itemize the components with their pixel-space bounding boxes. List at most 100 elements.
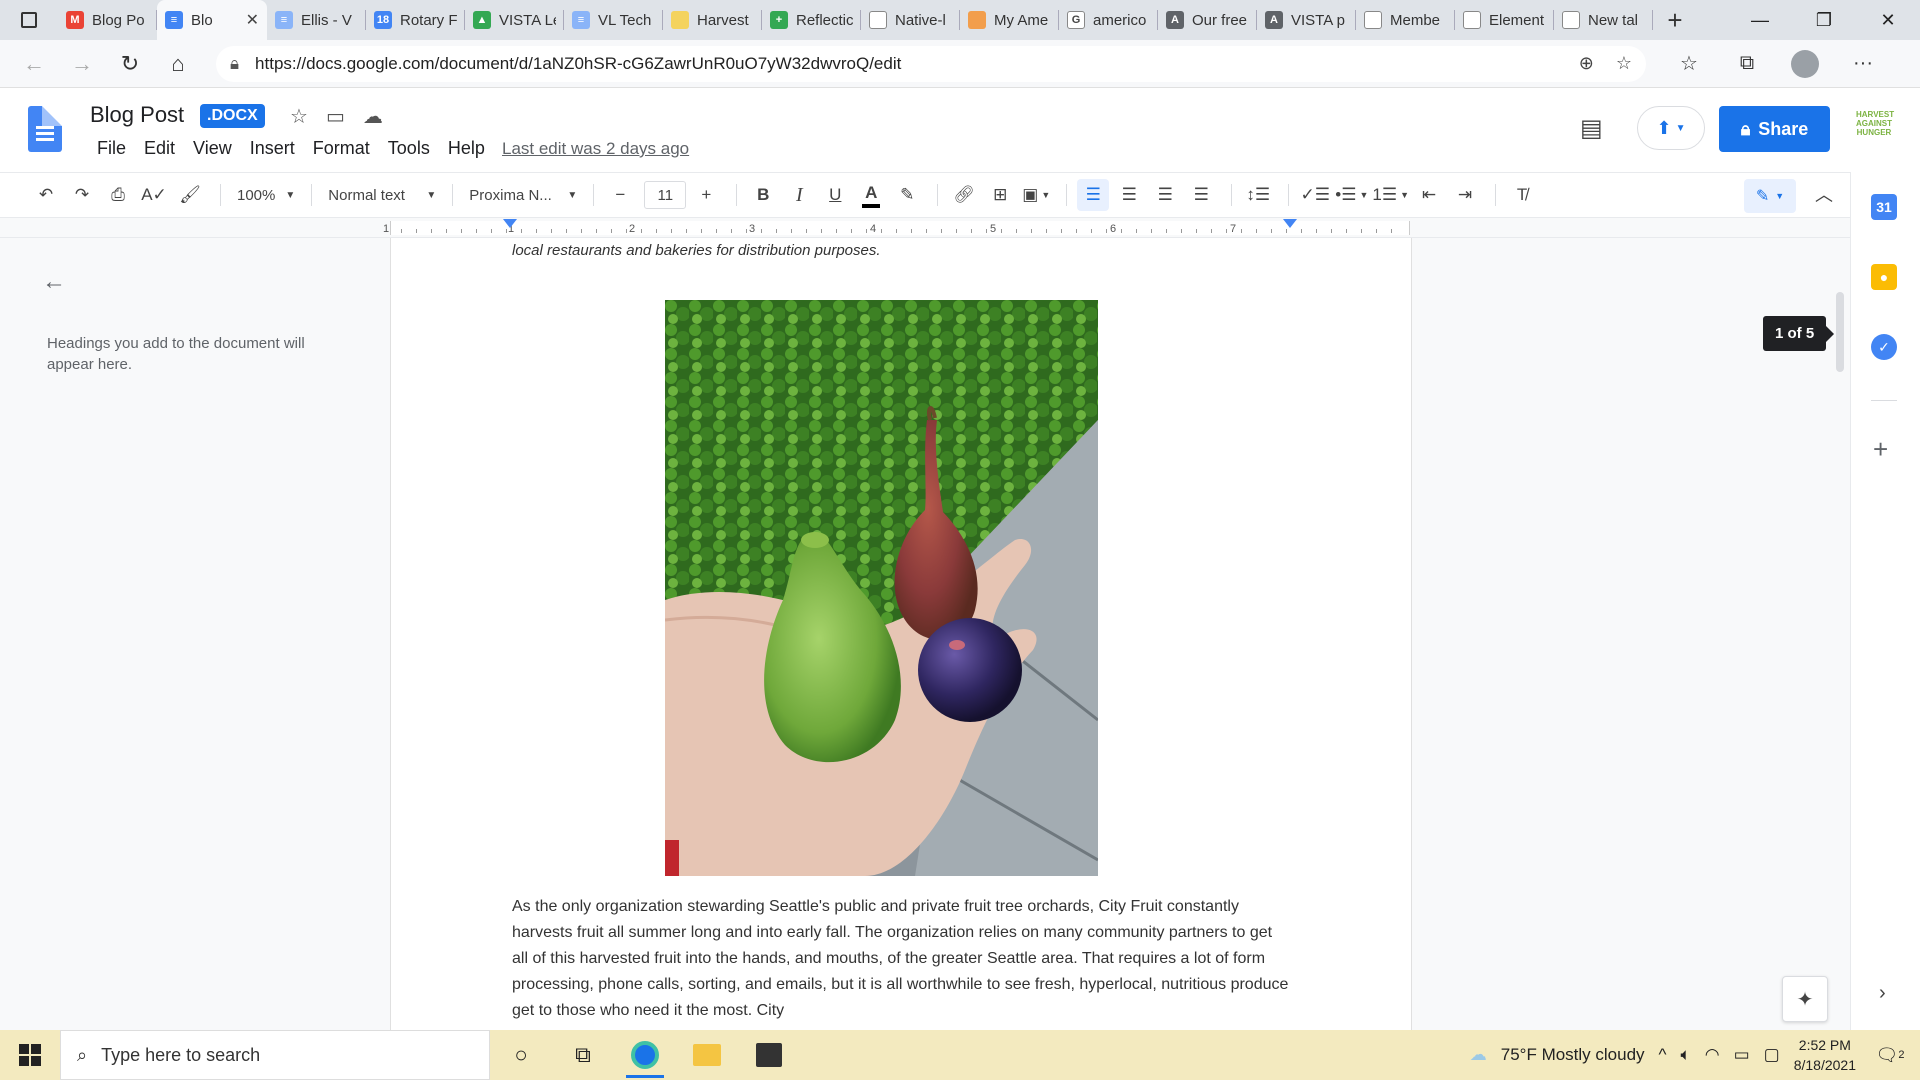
get-addons-icon[interactable]: + (1873, 434, 1888, 465)
undo-icon[interactable]: ↶ (30, 179, 62, 211)
expand-side-panel-icon[interactable]: › (1879, 982, 1886, 1005)
wifi-icon[interactable]: ◠ (1705, 1045, 1720, 1065)
bold-button[interactable]: B (747, 179, 779, 211)
decrease-font-size-button[interactable]: − (604, 179, 636, 211)
clear-formatting-icon[interactable]: T̸ (1506, 179, 1538, 211)
increase-font-size-button[interactable]: + (690, 179, 722, 211)
store-icon[interactable] (738, 1030, 800, 1080)
tab-actions-button[interactable] (0, 0, 58, 40)
browser-tab[interactable]: M Blog Po (58, 0, 157, 40)
paint-format-icon[interactable]: 🖌︎ (174, 179, 206, 211)
menu-file[interactable]: File (88, 138, 135, 159)
browser-tab[interactable]: ≡ Blo ✕ (157, 0, 267, 40)
document-canvas[interactable]: local restaurants and bakeries for distr… (390, 238, 1850, 1030)
bulleted-list-icon[interactable]: •☰ ▼ (1335, 179, 1368, 211)
image-caption[interactable]: local restaurants and bakeries for distr… (512, 242, 881, 259)
show-hidden-icons-icon[interactable]: ^ (1659, 1045, 1667, 1065)
menu-edit[interactable]: Edit (135, 138, 184, 159)
browser-tab[interactable]: ≡ Ellis - V (267, 0, 366, 40)
line-spacing-icon[interactable]: ↕☰ (1242, 179, 1274, 211)
taskbar-search-box[interactable]: ⌕ Type here to search (60, 1030, 490, 1080)
insert-image-icon[interactable]: ▣ ▼ (1020, 179, 1052, 211)
close-tab-icon[interactable]: ✕ (246, 10, 259, 30)
weather-icon[interactable]: ☁ (1470, 1045, 1487, 1065)
zoom-select[interactable]: 100% ▼ (231, 187, 301, 204)
underline-button[interactable]: U (819, 179, 851, 211)
minimize-button[interactable]: — (1728, 0, 1792, 40)
increase-indent-icon[interactable]: ⇥ (1449, 179, 1481, 211)
spellcheck-icon[interactable]: A✓ (138, 179, 170, 211)
menu-tools[interactable]: Tools (379, 138, 439, 159)
right-indent-marker[interactable] (1283, 219, 1297, 228)
docs-logo-icon[interactable] (28, 106, 62, 152)
align-right-icon[interactable]: ☰ (1149, 179, 1181, 211)
browser-tab[interactable]: Harvest (663, 0, 762, 40)
url-field[interactable]: 🔒︎ https://docs.google.com/document/d/1a… (216, 45, 1646, 82)
close-window-button[interactable]: ✕ (1856, 0, 1920, 40)
file-explorer-icon[interactable] (676, 1030, 738, 1080)
tasks-icon[interactable]: ✓ (1871, 334, 1897, 360)
home-button[interactable]: ⌂ (154, 40, 202, 88)
browser-tab[interactable]: A Our free (1158, 0, 1257, 40)
add-favorite-icon[interactable]: ☆ (1616, 53, 1632, 74)
browser-tab[interactable]: Element (1455, 0, 1554, 40)
more-options-icon[interactable]: ··· (1834, 50, 1892, 78)
document-title[interactable]: Blog Post (90, 102, 184, 128)
redo-icon[interactable]: ↷ (66, 179, 98, 211)
refresh-button[interactable]: ↻ (106, 40, 154, 88)
browser-tab[interactable]: + Reflectic (762, 0, 861, 40)
start-button[interactable] (0, 1030, 60, 1080)
checklist-icon[interactable]: ✓☰ (1299, 179, 1331, 211)
lock-icon[interactable]: 🔒︎ (230, 54, 239, 74)
browser-tab[interactable]: Membe (1356, 0, 1455, 40)
browser-tab[interactable]: ≡ VL Tech (564, 0, 663, 40)
weather-text[interactable]: 75°F Mostly cloudy (1501, 1045, 1645, 1065)
justify-icon[interactable]: ☰ (1185, 179, 1217, 211)
decrease-indent-icon[interactable]: ⇤ (1413, 179, 1445, 211)
browser-tab[interactable]: My Ame (960, 0, 1059, 40)
new-tab-button[interactable]: + (1653, 0, 1697, 40)
forward-button[interactable]: → (58, 40, 106, 88)
editing-mode-button[interactable]: ✎ ▼ (1744, 179, 1796, 213)
font-select[interactable]: Proxima N... ▼ (463, 187, 583, 204)
browser-tab[interactable]: 18 Rotary F (366, 0, 465, 40)
highlight-color-icon[interactable]: ✎ (891, 179, 923, 211)
clock[interactable]: 2:52 PM 8/18/2021 (1794, 1035, 1856, 1075)
comment-history-icon[interactable]: ▤ (1580, 114, 1603, 143)
italic-button[interactable]: I (783, 179, 815, 211)
menu-view[interactable]: View (184, 138, 241, 159)
collapse-toolbar-icon[interactable]: ︿ (1815, 181, 1833, 207)
favorites-icon[interactable]: ☆ (1660, 50, 1718, 78)
edge-browser-icon[interactable] (614, 1030, 676, 1080)
align-center-icon[interactable]: ☰ (1113, 179, 1145, 211)
insert-link-icon[interactable]: 🔗︎ (948, 179, 980, 211)
move-folder-icon[interactable]: ▭ (326, 104, 345, 129)
last-edit-link[interactable]: Last edit was 2 days ago (502, 139, 689, 159)
cortana-icon[interactable]: ○ (490, 1030, 552, 1080)
battery-icon[interactable]: ▭ (1734, 1045, 1750, 1065)
star-icon[interactable]: ☆ (290, 104, 308, 129)
back-button[interactable]: ← (10, 40, 58, 88)
print-icon[interactable]: ⎙ (102, 179, 134, 211)
browser-tab[interactable]: ▲ VISTA Le (465, 0, 564, 40)
maximize-button[interactable]: ❐ (1792, 0, 1856, 40)
menu-insert[interactable]: Insert (241, 138, 304, 159)
collections-icon[interactable]: ⧉ (1718, 50, 1776, 78)
browser-tab[interactable]: New tal (1554, 0, 1653, 40)
present-button[interactable]: ⬆ ▼ (1637, 106, 1705, 150)
browser-tab[interactable]: Gamerico (1059, 0, 1158, 40)
task-view-icon[interactable]: ⧉ (552, 1030, 614, 1080)
left-indent-marker[interactable] (503, 219, 517, 228)
explore-button[interactable]: ✦ (1782, 976, 1828, 1022)
volume-icon[interactable]: 🔈︎ (1681, 1045, 1691, 1065)
menu-format[interactable]: Format (304, 138, 379, 159)
calendar-icon[interactable]: 31 (1871, 194, 1897, 220)
body-paragraph[interactable]: As the only organization stewarding Seat… (512, 894, 1292, 1024)
notifications-button[interactable]: 🗨︎ 2 (1870, 1045, 1910, 1066)
close-outline-icon[interactable]: ← (42, 268, 66, 296)
font-size-input[interactable]: 11 (644, 181, 687, 209)
organization-logo[interactable]: HARVEST AGAINST HUNGER (1856, 110, 1894, 146)
text-color-button[interactable]: A (855, 179, 887, 211)
zoom-icon[interactable]: ⊕ (1579, 53, 1594, 74)
menu-help[interactable]: Help (439, 138, 494, 159)
